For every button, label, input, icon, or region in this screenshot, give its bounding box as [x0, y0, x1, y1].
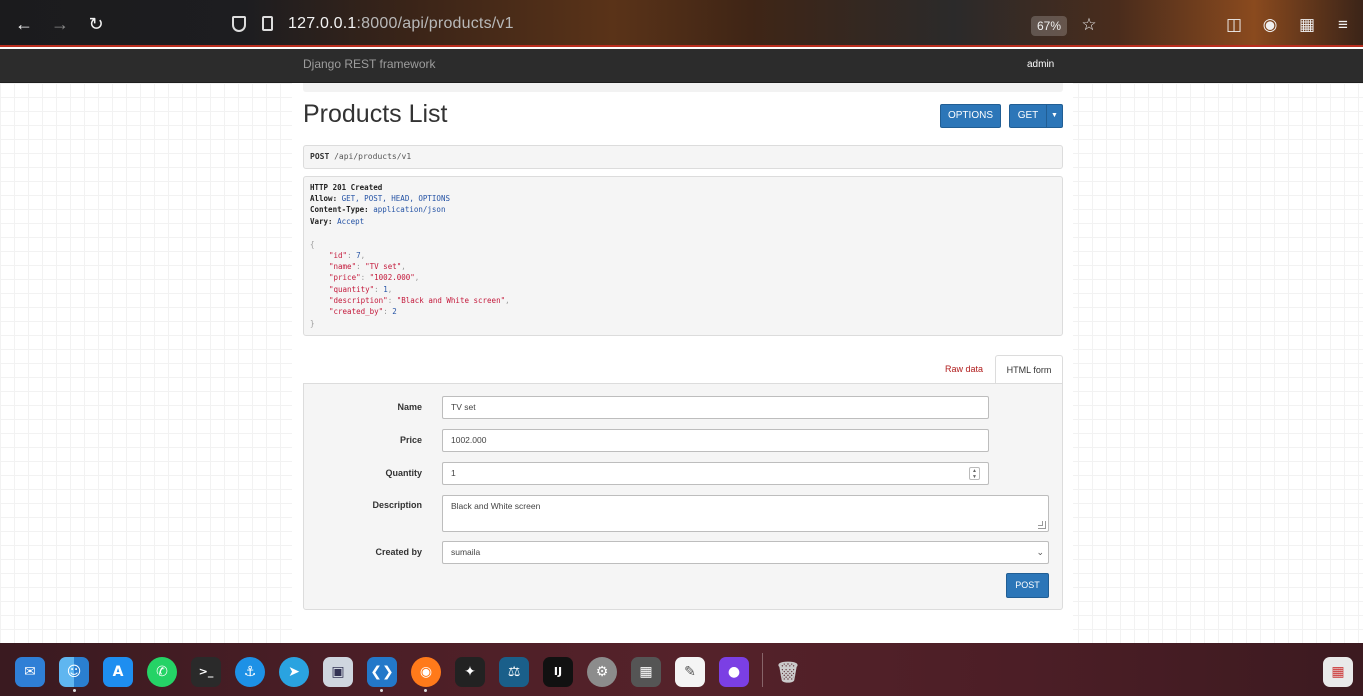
post-button[interactable]: POST: [1006, 573, 1049, 598]
dock: ✉ ☺ A ✆ >_ ⚓ ➤ ▣ ❮❯ ◉ ✦ ⚖ IJ ⚙ ▦ ✎ ● 🗑 ▦: [0, 643, 1363, 696]
vscode-app-icon[interactable]: ❮❯: [367, 657, 397, 687]
shield-icon[interactable]: [232, 16, 246, 32]
drf-brand-link[interactable]: Django REST framework: [303, 57, 436, 71]
back-arrow-icon[interactable]: ←: [13, 13, 35, 35]
url-host: 127.0.0.1: [288, 15, 357, 32]
response-info: HTTP 201 Created Allow: GET, POST, HEAD,…: [303, 176, 1063, 336]
resize-handle-icon[interactable]: [1038, 521, 1046, 529]
spinner-arrows-icon[interactable]: ▲ ▼: [969, 467, 980, 480]
created-by-value: sumaila: [451, 547, 481, 557]
json-close-brace: }: [310, 319, 315, 328]
quantity-label: Quantity: [385, 468, 422, 478]
breadcrumb-strip: [303, 83, 1063, 92]
app-store-icon[interactable]: A: [103, 657, 133, 687]
dock-separator: [762, 653, 763, 687]
quantity-stepper[interactable]: 1 ▲ ▼: [442, 462, 989, 485]
telegram-app-icon[interactable]: ➤: [279, 657, 309, 687]
menu-hamburger-icon[interactable]: ≡: [1333, 15, 1353, 35]
system-settings-app-icon[interactable]: ⚙: [587, 657, 617, 687]
mysql-workbench-app-icon[interactable]: ⚖: [499, 657, 529, 687]
request-path: /api/products/v1: [334, 152, 412, 161]
response-header-content-type: Content-Type: application/json: [310, 205, 446, 214]
description-textarea[interactable]: Black and White screen: [442, 495, 1049, 532]
resolve-app-icon[interactable]: ✦: [455, 657, 485, 687]
reload-icon[interactable]: ↻: [85, 13, 107, 35]
running-indicator: [73, 689, 76, 692]
calculator-app-icon[interactable]: ▦: [631, 657, 661, 687]
caret-down-icon: ▼: [1051, 112, 1058, 119]
drf-navbar: Django REST framework admin: [0, 49, 1363, 83]
intellij-app-icon[interactable]: IJ: [543, 657, 573, 687]
extensions-icon[interactable]: ▦: [1297, 15, 1317, 35]
whatsapp-app-icon[interactable]: ✆: [147, 657, 177, 687]
tab-raw-data[interactable]: Raw data: [938, 356, 990, 384]
request-info: POST /api/products/v1: [303, 145, 1063, 169]
name-label: Name: [397, 402, 422, 412]
created-by-select[interactable]: sumaila ⌄: [442, 541, 1049, 564]
json-field-row: "id": 7,: [329, 251, 366, 260]
json-field-row: "name": "TV set",: [329, 262, 406, 271]
json-open-brace: {: [310, 240, 315, 249]
screen-recorder-app-icon[interactable]: ●: [719, 657, 749, 687]
docker-app-icon[interactable]: ⚓: [235, 657, 265, 687]
page-icon[interactable]: [262, 16, 273, 31]
terminal-app-icon[interactable]: >_: [191, 657, 221, 687]
json-field-row: "created_by": 2: [329, 307, 397, 316]
address-bar[interactable]: 127.0.0.1:8000/api/products/v1: [228, 10, 1068, 40]
response-header-allow: Allow: GET, POST, HEAD, OPTIONS: [310, 194, 450, 203]
get-button[interactable]: GET: [1009, 104, 1047, 128]
page-title: Products List: [303, 100, 448, 128]
pocket-icon[interactable]: ◫: [1224, 15, 1244, 35]
tab-html-form[interactable]: HTML form: [995, 355, 1063, 385]
response-status: HTTP 201 Created: [310, 183, 383, 192]
response-header-vary: Vary: Accept: [310, 217, 365, 226]
account-avatar-icon[interactable]: ◉: [1260, 15, 1280, 35]
name-input[interactable]: TV set: [442, 396, 989, 419]
url-text[interactable]: 127.0.0.1:8000/api/products/v1: [288, 15, 514, 33]
mail-app-icon[interactable]: ✉: [15, 657, 45, 687]
finder-app-icon[interactable]: ☺: [59, 657, 89, 687]
running-indicator: [380, 689, 383, 692]
price-label: Price: [399, 435, 422, 445]
created-by-label: Created by: [375, 547, 422, 557]
zoom-level-badge[interactable]: 67%: [1031, 16, 1067, 36]
price-input[interactable]: 1002.000: [442, 429, 989, 452]
textedit-app-icon[interactable]: ✎: [675, 657, 705, 687]
json-field-row: "price": "1002.000",: [329, 273, 420, 282]
browser-toolbar: ← → ↻ 127.0.0.1:8000/api/products/v1 67%…: [0, 0, 1363, 47]
launchpad-app-icon[interactable]: ▦: [1323, 657, 1353, 687]
request-method: POST: [310, 152, 330, 161]
quantity-value: 1: [451, 468, 456, 478]
trash-icon[interactable]: 🗑: [773, 657, 803, 687]
get-format-dropdown-button[interactable]: ▼: [1046, 104, 1063, 128]
running-indicator: [424, 689, 427, 692]
json-field-row: "description": "Black and White screen",: [329, 296, 510, 305]
forward-arrow-icon[interactable]: →: [49, 13, 71, 35]
description-value: Black and White screen: [451, 501, 541, 511]
json-field-row: "quantity": 1,: [329, 285, 393, 294]
bookmark-star-icon[interactable]: ☆: [1079, 15, 1099, 35]
description-label: Description: [372, 500, 422, 510]
url-path: :8000/api/products/v1: [356, 15, 514, 32]
options-button[interactable]: OPTIONS: [940, 104, 1001, 128]
user-menu[interactable]: admin: [1027, 59, 1054, 70]
preview-app-icon[interactable]: ▣: [323, 657, 353, 687]
chevron-down-icon: ⌄: [1036, 547, 1044, 557]
firefox-app-icon[interactable]: ◉: [411, 657, 441, 687]
